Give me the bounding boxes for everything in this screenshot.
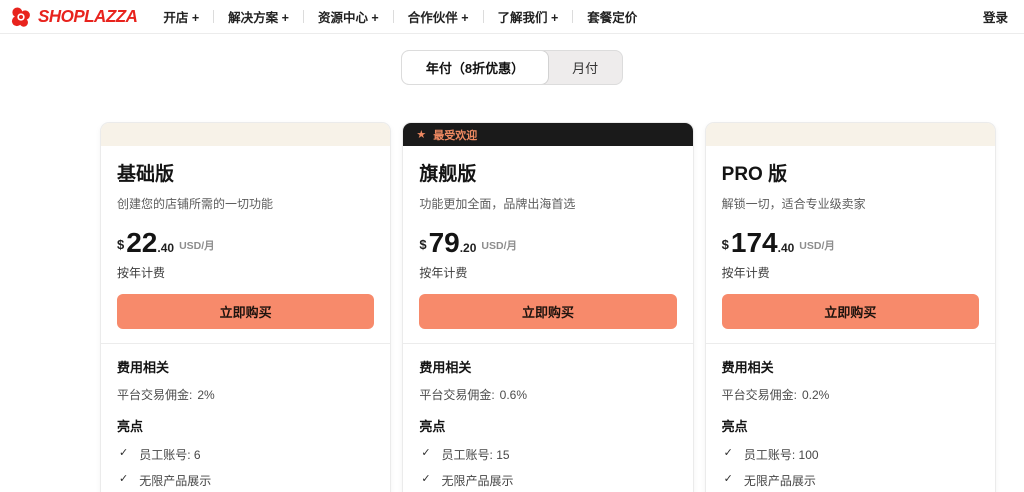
shoplazza-flower-icon: [10, 6, 32, 28]
plan-header: 基础版 创建您的店铺所需的一切功能 $ 22 .40 USD/月 按年计费 立即…: [101, 146, 390, 343]
nav-divider: [213, 10, 214, 23]
price-currency: $: [419, 238, 426, 251]
price-unit: USD/月: [481, 241, 517, 252]
feature-label: 无限产品展示: [744, 472, 816, 489]
fees-heading: 费用相关: [722, 357, 979, 376]
price-currency: $: [117, 238, 124, 251]
price-currency: $: [722, 238, 729, 251]
login-link[interactable]: 登录: [983, 7, 1008, 26]
highlights-heading: 亮点: [117, 416, 374, 435]
price-integer: 79: [429, 229, 460, 257]
check-icon: ✓: [724, 446, 733, 459]
plan-details: 费用相关 平台交易佣金: 0.2% 亮点 ✓ 员工账号: 100 ✓ 无限产品展示 ✓…: [706, 344, 995, 492]
plan-price: $ 174 .40 USD/月: [722, 229, 979, 257]
plan-name: 基础版: [117, 159, 374, 186]
check-icon: ✓: [421, 446, 430, 459]
plan-header: PRO 版 解锁一切，适合专业级卖家 $ 174 .40 USD/月 按年计费 …: [706, 146, 995, 343]
price-decimal: .40: [778, 242, 795, 254]
badge-label: 最受欢迎: [433, 127, 477, 143]
feature-item: ✓ 员工账号: 100: [722, 446, 979, 463]
navbar: SHOPLAZZA 开店 + 解决方案 + 资源中心 + 合作伙伴 + 了解我们…: [0, 0, 1024, 34]
buy-now-button[interactable]: 立即购买: [419, 294, 676, 329]
brand-logo[interactable]: SHOPLAZZA: [10, 6, 137, 28]
plan-details: 费用相关 平台交易佣金:0.6% 亮点 ✓员工账号: 15 ✓无限产品展示 ✓免…: [403, 344, 692, 492]
price-unit: USD/月: [799, 241, 835, 252]
commission-label: 平台交易佣金:: [722, 388, 797, 402]
nav-divider: [572, 10, 573, 23]
toggle-monthly[interactable]: 月付: [548, 51, 622, 84]
toggle-annual[interactable]: 年付（8折优惠）: [402, 51, 548, 84]
price-integer: 174: [731, 229, 778, 257]
check-icon: ✓: [119, 472, 128, 485]
highlights-heading: 亮点: [722, 416, 979, 435]
plan-description: 功能更加全面，品牌出海首选: [419, 195, 676, 212]
plans-row: 基础版 创建您的店铺所需的一切功能 $ 22 .40 USD/月 按年计费 立即…: [0, 122, 1024, 492]
plan-description: 解锁一切，适合专业级卖家: [722, 195, 979, 212]
plan-card-basic: 基础版 创建您的店铺所需的一切功能 $ 22 .40 USD/月 按年计费 立即…: [100, 122, 391, 492]
feature-label: 员工账号: 6: [139, 446, 200, 463]
nav-divider: [483, 10, 484, 23]
price-decimal: .20: [460, 242, 477, 254]
feature-list: ✓员工账号: 6 ✓无限产品展示 ✓免费主题 ✓多渠道流量跟踪 ✓智能商品推荐 …: [117, 446, 374, 492]
price-unit: USD/月: [179, 241, 215, 252]
nav-item-partners[interactable]: 合作伙伴 +: [404, 7, 473, 26]
plan-badge-strip: [706, 123, 995, 146]
commission-line: 平台交易佣金: 0.6%: [419, 386, 676, 403]
price-integer: 22: [126, 229, 157, 257]
feature-list: ✓员工账号: 15 ✓无限产品展示 ✓免费主题 ✓多渠道流量跟踪 ✓智能商品推荐…: [419, 446, 676, 492]
plan-header: 旗舰版 功能更加全面，品牌出海首选 $ 79 .20 USD/月 按年计费 立即…: [403, 146, 692, 343]
commission-value: 0.2%: [802, 388, 829, 402]
fees-heading: 费用相关: [419, 357, 676, 376]
plan-name: 旗舰版: [419, 159, 676, 186]
plan-description: 创建您的店铺所需的一切功能: [117, 195, 374, 212]
plan-badge-strip: [101, 123, 390, 146]
nav-divider: [303, 10, 304, 23]
plan-card-flagship: ★ 最受欢迎 旗舰版 功能更加全面，品牌出海首选 $ 79 .20 USD/月 …: [402, 122, 693, 492]
commission-value: 0.6%: [500, 388, 527, 402]
check-icon: ✓: [119, 446, 128, 459]
buy-now-button[interactable]: 立即购买: [722, 294, 979, 329]
feature-item: ✓ 员工账号: 6: [117, 446, 374, 463]
billing-toggle-wrap: 年付（8折优惠） 月付: [0, 50, 1024, 85]
feature-item: ✓ 无限产品展示: [722, 472, 979, 489]
feature-item: ✓ 无限产品展示: [419, 472, 676, 489]
nav-item-about[interactable]: 了解我们 +: [494, 7, 563, 26]
plan-price: $ 79 .20 USD/月: [419, 229, 676, 257]
feature-list: ✓员工账号: 100 ✓无限产品展示 ✓免费主题 ✓多渠道流量跟踪 ✓智能商品推…: [722, 446, 979, 492]
buy-now-button[interactable]: 立即购买: [117, 294, 374, 329]
commission-label: 平台交易佣金:: [117, 388, 192, 402]
nav-item-solutions[interactable]: 解决方案 +: [224, 7, 293, 26]
plan-details: 费用相关 平台交易佣金:2% 亮点 ✓员工账号: 6 ✓无限产品展示 ✓免费主题…: [101, 344, 390, 492]
main-nav: 开店 + 解决方案 + 资源中心 + 合作伙伴 + 了解我们 + 套餐定价: [159, 7, 641, 26]
plan-price: $ 22 .40 USD/月: [117, 229, 374, 257]
feature-label: 无限产品展示: [139, 472, 211, 489]
billing-note: 按年计费: [419, 264, 676, 281]
plan-card-pro: PRO 版 解锁一切，适合专业级卖家 $ 174 .40 USD/月 按年计费 …: [705, 122, 996, 492]
price-decimal: .40: [157, 242, 174, 254]
commission-line: 平台交易佣金: 2%: [117, 386, 374, 403]
billing-toggle: 年付（8折优惠） 月付: [401, 50, 623, 85]
check-icon: ✓: [421, 472, 430, 485]
plan-name: PRO 版: [722, 159, 979, 186]
nav-item-pricing[interactable]: 套餐定价: [583, 7, 641, 26]
feature-label: 员工账号: 100: [744, 446, 819, 463]
feature-item: ✓ 员工账号: 15: [419, 446, 676, 463]
feature-label: 员工账号: 15: [442, 446, 510, 463]
nav-item-resources[interactable]: 资源中心 +: [314, 7, 383, 26]
fees-heading: 费用相关: [117, 357, 374, 376]
highlights-heading: 亮点: [419, 416, 676, 435]
check-icon: ✓: [724, 472, 733, 485]
billing-note: 按年计费: [117, 264, 374, 281]
nav-divider: [393, 10, 394, 23]
most-popular-badge: ★ 最受欢迎: [403, 123, 692, 146]
brand-wordmark: SHOPLAZZA: [38, 6, 137, 27]
billing-note: 按年计费: [722, 264, 979, 281]
commission-label: 平台交易佣金:: [419, 388, 494, 402]
nav-item-open-store[interactable]: 开店 +: [159, 7, 203, 26]
feature-item: ✓ 无限产品展示: [117, 472, 374, 489]
commission-line: 平台交易佣金: 0.2%: [722, 386, 979, 403]
star-icon: ★: [416, 128, 426, 141]
feature-label: 无限产品展示: [442, 472, 514, 489]
commission-value: 2%: [197, 388, 214, 402]
